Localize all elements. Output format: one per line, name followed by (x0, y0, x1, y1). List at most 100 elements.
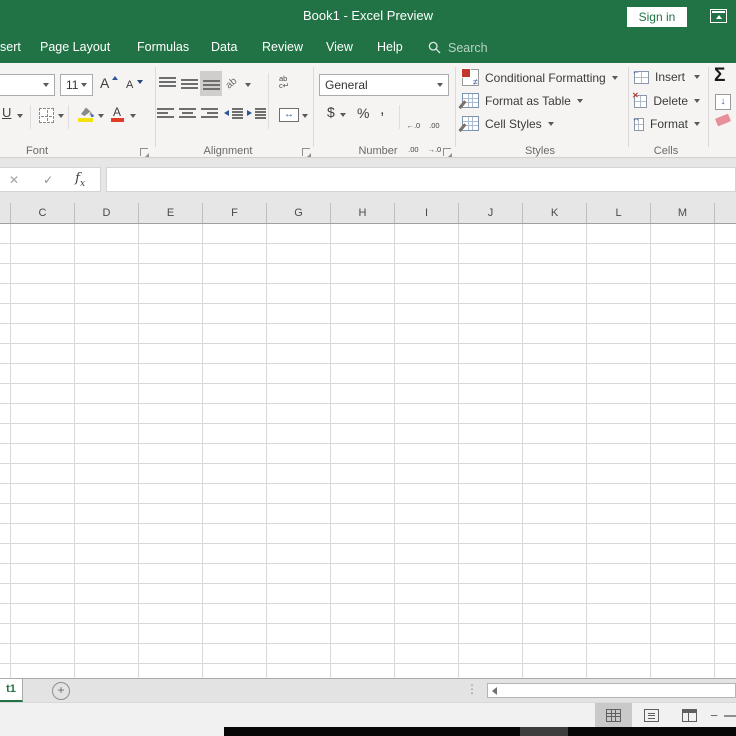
number-group-label: Number (358, 145, 398, 157)
zoom-slider[interactable] (724, 715, 736, 717)
page-layout-view-button[interactable] (633, 703, 670, 727)
font-group-label: Font (25, 145, 49, 157)
font-size-combobox[interactable]: 11 (60, 74, 93, 96)
ribbon-display-options-icon (712, 11, 725, 13)
normal-view-icon (606, 708, 621, 722)
column-header-k[interactable]: K (523, 203, 587, 223)
zoom-out-button[interactable]: − (707, 703, 721, 727)
format-as-table-button[interactable]: Format as Table (458, 93, 583, 109)
chevron-down-icon (547, 121, 554, 126)
ribbon-search[interactable]: Search (428, 32, 488, 63)
percent-style-button[interactable]: % (357, 105, 369, 121)
group-separator (455, 67, 456, 147)
merge-center-button[interactable]: ↔ (279, 108, 299, 122)
column-header-g[interactable]: G (267, 203, 331, 223)
comma-style-button[interactable]: , (380, 101, 384, 119)
fill-color-icon[interactable] (78, 106, 94, 117)
align-right-button[interactable] (201, 108, 218, 118)
underline-dropdown-icon[interactable] (17, 114, 23, 118)
scrollbar-track[interactable] (501, 684, 735, 697)
enter-button[interactable]: ✓ (43, 173, 53, 187)
number-format-combobox[interactable]: General (319, 74, 449, 96)
accounting-dropdown-icon[interactable] (340, 113, 346, 117)
column-header-m[interactable]: M (651, 203, 715, 223)
horizontal-scrollbar[interactable] (487, 683, 736, 698)
cell-styles-icon (458, 116, 479, 132)
sheet-grid[interactable] (0, 224, 736, 678)
ribbon-display-options-button[interactable] (710, 9, 727, 23)
cancel-button[interactable]: ✕ (9, 173, 19, 187)
decrease-decimal-top: .00 (429, 121, 440, 130)
conditional-formatting-button[interactable]: ≠ Conditional Formatting (461, 68, 618, 87)
column-header-c[interactable]: C (11, 203, 75, 223)
insert-function-button[interactable]: fx (75, 169, 85, 189)
center-button[interactable] (179, 108, 196, 118)
wrap-text-line2: c↵ (279, 81, 290, 90)
orientation-button[interactable]: ab (224, 76, 240, 92)
small-separator (268, 73, 269, 129)
column-header-l[interactable]: L (587, 203, 651, 223)
column-header-h[interactable]: H (331, 203, 395, 223)
normal-view-button[interactable] (595, 703, 632, 727)
autosum-button[interactable]: Σ (714, 65, 725, 87)
align-left-button[interactable] (157, 108, 174, 118)
merge-center-dropdown-icon[interactable] (302, 114, 308, 118)
tab-formulas[interactable]: Formulas (137, 32, 189, 63)
page-break-view-button[interactable] (671, 703, 708, 727)
fill-button[interactable]: ↓ (715, 94, 731, 110)
tab-help[interactable]: Help (377, 32, 403, 63)
formula-input[interactable] (106, 167, 736, 192)
bottom-strip (0, 727, 736, 736)
format-cells-button[interactable]: ↔ Format (632, 114, 700, 131)
sheet-tab-bar: t1 + ⋮ (0, 678, 736, 702)
format-as-table-label: Format as Table (485, 93, 571, 108)
column-header-e[interactable]: E (139, 203, 203, 223)
tab-scroll-handle[interactable]: ⋮ (466, 682, 478, 696)
borders-dropdown-icon[interactable] (58, 114, 64, 118)
decrease-indent-button[interactable] (224, 107, 243, 120)
column-header-f[interactable]: F (203, 203, 267, 223)
tab-review[interactable]: Review (262, 32, 303, 63)
font-color-dropdown-icon[interactable] (130, 114, 136, 118)
fill-color-dropdown-icon[interactable] (98, 114, 104, 118)
increase-font-size-button[interactable]: A (100, 75, 109, 91)
column-header-i[interactable]: I (395, 203, 459, 223)
column-header-d[interactable]: D (75, 203, 139, 223)
font-name-combobox[interactable] (0, 74, 55, 96)
sign-in-button[interactable]: Sign in (627, 7, 687, 27)
chevron-down-icon (611, 75, 618, 80)
decrease-font-size-button[interactable]: A (126, 79, 133, 91)
up-arrow-icon (715, 15, 722, 19)
underline-button[interactable]: U (2, 105, 11, 120)
column-header-j[interactable]: J (459, 203, 523, 223)
alignment-dialog-launcher[interactable] (302, 148, 311, 157)
tab-page-layout[interactable]: Page Layout (40, 32, 110, 63)
delete-cells-button[interactable]: ✕ Delete (632, 91, 700, 108)
delete-label: Delete (653, 94, 688, 108)
sheet-tab-active[interactable]: t1 (0, 679, 23, 702)
scroll-left-button[interactable] (488, 684, 501, 697)
font-color-button[interactable]: A (113, 105, 121, 119)
tab-data[interactable]: Data (211, 32, 237, 63)
borders-button[interactable] (39, 108, 54, 123)
cell-styles-button[interactable]: Cell Styles (458, 116, 554, 132)
increase-indent-button[interactable] (247, 107, 266, 120)
new-sheet-button[interactable]: + (52, 682, 70, 700)
orientation-dropdown-icon[interactable] (245, 83, 251, 87)
clear-button[interactable] (715, 113, 731, 127)
accounting-format-button[interactable]: $ (327, 104, 335, 120)
tab-insert-partial[interactable]: sert (0, 32, 21, 63)
chevron-down-icon (694, 99, 700, 103)
insert-cells-button[interactable]: ← Insert (632, 67, 700, 84)
column-header-partial-n[interactable] (715, 203, 736, 223)
column-header-partial[interactable] (0, 203, 11, 223)
indent-lines-icon (255, 108, 266, 119)
middle-align-button[interactable] (178, 71, 200, 96)
number-dialog-launcher[interactable] (443, 148, 452, 157)
font-size-value: 11 (66, 78, 79, 92)
bottom-align-button[interactable] (200, 71, 222, 96)
top-align-button[interactable] (156, 71, 178, 96)
wrap-text-button[interactable]: ab c↵ (279, 75, 290, 90)
tab-view[interactable]: View (326, 32, 353, 63)
font-dialog-launcher[interactable] (140, 148, 149, 157)
